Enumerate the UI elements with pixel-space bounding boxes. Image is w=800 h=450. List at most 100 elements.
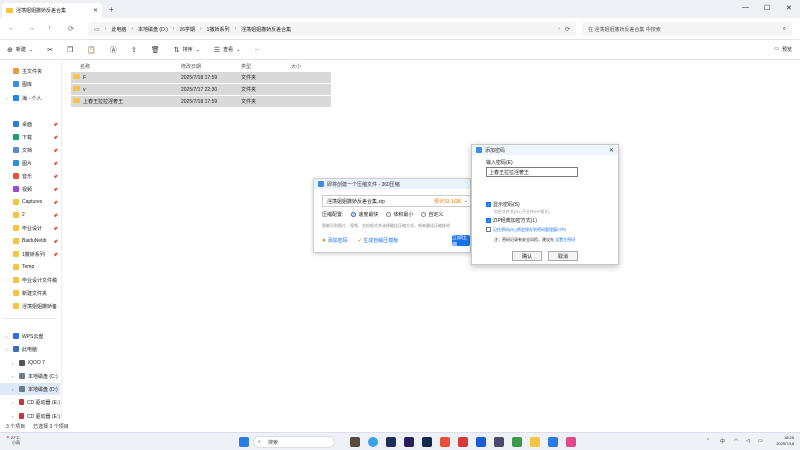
- cut-button[interactable]: ✂: [40, 46, 60, 54]
- breadcrumb-item[interactable]: 本地磁盘 (D:): [138, 26, 168, 33]
- sidebar-item[interactable]: › 海 - 个人: [0, 92, 60, 104]
- expand-chevron-icon[interactable]: ›: [12, 361, 16, 366]
- file-explorer-icon[interactable]: [530, 437, 540, 447]
- option-fastest[interactable]: 速度最快: [351, 211, 378, 218]
- close-tab-icon[interactable]: ✕: [93, 7, 98, 14]
- sidebar-item[interactable]: 主文件夹: [0, 65, 60, 77]
- refresh-icon[interactable]: ⟳: [68, 25, 74, 33]
- start-compress-button[interactable]: 立即压缩: [452, 235, 470, 248]
- archive-filename-field[interactable]: 淫荡姐姐撒娇反差合集.zip 预计33.1GB ⌄: [322, 195, 472, 207]
- up-arrow-icon[interactable]: ↑: [48, 25, 52, 32]
- sidebar-item[interactable]: › 本地磁盘 (C:): [0, 370, 60, 382]
- close-window-button[interactable]: ✕: [786, 4, 792, 12]
- app-icon[interactable]: [350, 437, 360, 447]
- app-icon[interactable]: [548, 437, 558, 447]
- maximize-button[interactable]: ☐: [764, 4, 770, 12]
- sidebar-item[interactable]: › WPS云盘: [0, 330, 60, 342]
- expand-chevron-icon[interactable]: ›: [6, 96, 10, 101]
- paste-button[interactable]: 📋: [80, 46, 103, 54]
- new-tab-button[interactable]: +: [109, 5, 114, 14]
- sidebar-item[interactable]: 1撒娇系列 📌: [0, 248, 60, 260]
- sidebar-item[interactable]: 音乐 📌: [0, 170, 60, 182]
- sidebar-item[interactable]: 新建文件夹: [0, 287, 60, 299]
- weather-widget[interactable]: ☂ 27°C 小雨: [6, 435, 20, 445]
- sidebar-item[interactable]: 图片 📌: [0, 157, 60, 169]
- breadcrumb-item[interactable]: 此电脑: [111, 26, 126, 33]
- start-icon[interactable]: [239, 437, 249, 447]
- expand-chevron-icon[interactable]: ›: [6, 347, 10, 352]
- expand-chevron-icon[interactable]: ›: [12, 414, 16, 419]
- option-smallest[interactable]: 体积最小: [386, 211, 413, 218]
- premiere-icon[interactable]: [404, 437, 414, 447]
- option-custom[interactable]: 自定义: [421, 211, 443, 218]
- refresh-address-icon[interactable]: ⟳: [565, 26, 570, 33]
- sidebar-item[interactable]: › 本地磁盘 (D:): [0, 383, 60, 395]
- expand-chevron-icon[interactable]: ›: [6, 334, 10, 339]
- breadcrumb[interactable]: ▭ › 此电脑 › 本地磁盘 (D:) › 26学期 › 1撒娇系列 › 淫荡姐…: [88, 22, 576, 36]
- breadcrumb-item[interactable]: 1撒娇系列: [207, 26, 230, 33]
- volume-icon[interactable]: ◁: [746, 438, 750, 444]
- sidebar-item[interactable]: 2 📌: [0, 209, 60, 221]
- preview-pane-button[interactable]: ▭ 预览: [774, 46, 792, 53]
- new-button[interactable]: ⊕ 新建 ⌄: [0, 46, 40, 54]
- clock[interactable]: 18:25 2025/7/18: [776, 435, 794, 447]
- zip-legacy-checkbox[interactable]: ✓ ZIP经典加密方式(L): [486, 217, 537, 224]
- search-input[interactable]: 在 淫荡姐姐撒娇反差合集 中搜索 ⌕: [582, 22, 792, 36]
- app-icon[interactable]: [458, 437, 468, 447]
- share-button[interactable]: ⇪: [124, 46, 144, 54]
- sidebar-item[interactable]: › iQOO 7: [0, 357, 60, 369]
- app-icon[interactable]: [386, 437, 396, 447]
- breadcrumb-item[interactable]: 26学期: [179, 26, 195, 33]
- forward-arrow-icon[interactable]: →: [28, 25, 35, 32]
- confirm-button[interactable]: 确认: [512, 251, 542, 261]
- file-row[interactable]: 上春王拉拉淫奢王 2025/7/18 17:59 文件夹: [71, 96, 331, 107]
- app-icon[interactable]: [494, 437, 504, 447]
- sidebar-item[interactable]: 淫荡姐姐撒娇备: [0, 300, 60, 312]
- file-row[interactable]: F 2025/7/18 17:59 文件夹: [71, 72, 331, 83]
- expand-chevron-icon[interactable]: ›: [12, 387, 16, 392]
- view-button[interactable]: ☰ 查看 ⌄: [207, 46, 248, 54]
- sidebar-item[interactable]: › CD 驱动器 (E:): [0, 396, 60, 408]
- remember-password-checkbox[interactable]: 记住密码(R) (将会保存到密码管理窗口中): [486, 227, 566, 233]
- sidebar-item[interactable]: 桌面 📌: [0, 118, 60, 130]
- show-password-checkbox[interactable]: ✓ 显示密码(S): [486, 201, 520, 208]
- rename-button[interactable]: Ⓐ: [103, 45, 124, 55]
- tab-current-folder[interactable]: 淫荡姐姐撒娇反差合集 ✕: [2, 3, 102, 18]
- sidebar-item[interactable]: 毕业设计 📌: [0, 222, 60, 234]
- file-row[interactable]: v 2025/7/17 22:30 文件夹: [71, 84, 331, 95]
- wps-icon[interactable]: [440, 437, 450, 447]
- app-icon[interactable]: [512, 437, 522, 447]
- close-icon[interactable]: ✕: [609, 147, 614, 154]
- app-icon[interactable]: [566, 437, 576, 447]
- add-password-link[interactable]: ✸ 添加密码: [322, 237, 348, 244]
- battery-icon[interactable]: ▭: [758, 438, 763, 444]
- expand-chevron-icon[interactable]: ›: [12, 374, 16, 379]
- copy-button[interactable]: ❐: [60, 46, 80, 54]
- wifi-icon[interactable]: ◠: [734, 438, 738, 444]
- input-language[interactable]: 中: [720, 438, 725, 445]
- column-header-size[interactable]: 大小: [291, 63, 301, 70]
- photoshop-icon[interactable]: [422, 437, 432, 447]
- column-header-date[interactable]: 修改日期: [181, 63, 201, 70]
- back-arrow-icon[interactable]: ←: [8, 25, 15, 32]
- sidebar-item[interactable]: › 此电脑: [0, 343, 60, 355]
- sidebar-item[interactable]: BaiduNetdi 📌: [0, 235, 60, 247]
- app-icon[interactable]: [476, 437, 486, 447]
- more-options-button[interactable]: ···: [247, 47, 266, 53]
- sidebar-item[interactable]: 图库: [0, 78, 60, 90]
- self-extract-link[interactable]: ✔ 生成自解压模板: [358, 237, 399, 244]
- sort-button[interactable]: ⇅ 排序 ⌄: [167, 46, 207, 54]
- breadcrumb-item[interactable]: 淫荡姐姐撒娇反差合集: [241, 26, 291, 33]
- cancel-button[interactable]: 取消: [548, 251, 578, 261]
- chevron-down-icon[interactable]: ⌄: [464, 198, 468, 204]
- sidebar-item[interactable]: 视频 📌: [0, 183, 60, 195]
- column-header-type[interactable]: 类型: [241, 63, 251, 70]
- delete-button[interactable]: 🗑: [144, 46, 167, 54]
- minimize-button[interactable]: —: [742, 4, 749, 11]
- sidebar-item[interactable]: 下载 📌: [0, 131, 60, 143]
- expand-chevron-icon[interactable]: ›: [12, 400, 16, 405]
- sidebar-item[interactable]: 毕业设计文件稿: [0, 274, 60, 286]
- sidebar-item[interactable]: Temp: [0, 261, 60, 273]
- edge-icon[interactable]: [368, 437, 378, 447]
- sidebar-item[interactable]: Captures 📌: [0, 196, 60, 208]
